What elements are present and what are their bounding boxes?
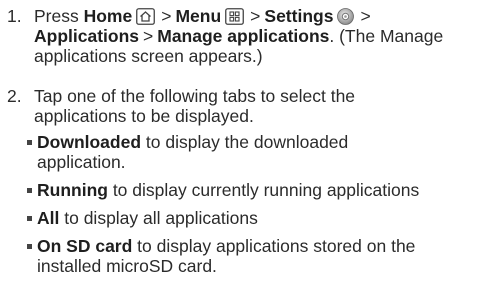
step-2-body: Tap one of the following tabs to select … — [34, 86, 477, 126]
bullet-marker — [27, 188, 32, 193]
downloaded-desc-1: to display the downloaded — [141, 132, 349, 152]
on-sd-card-desc-1: to display applications stored on the — [132, 236, 416, 256]
bullet-marker — [27, 244, 32, 249]
separator: > — [250, 6, 261, 26]
step-2-number: 2. — [7, 86, 22, 106]
step-2-line-1: Tap one of the following tabs to select … — [34, 86, 356, 106]
step-2-line-2: applications to be displayed. — [34, 106, 254, 126]
applications-label: Applications — [34, 26, 140, 46]
step-1-tail-1: . (The Manage — [329, 26, 444, 46]
step-1-body: Press Home > Menu > Settings > Applicati… — [34, 6, 477, 66]
downloaded-term: Downloaded — [37, 132, 142, 152]
step-1-number: 1. — [7, 6, 22, 26]
on-sd-card-term: On SD card — [37, 236, 133, 256]
running-term: Running — [37, 180, 108, 200]
instructions-page: 1. Press Home > Menu > Settings > Applic… — [0, 0, 482, 288]
home-key-icon — [136, 8, 156, 25]
step-1-line-2: Applications > Manage applications. (The M… — [34, 26, 477, 46]
running-desc: to display currently running application… — [107, 180, 420, 200]
separator: > — [143, 26, 154, 46]
separator: > — [161, 6, 172, 26]
step-1-line-1: Press Home > Menu > Settings > — [34, 6, 477, 26]
downloaded-desc-2: application. — [37, 152, 126, 172]
settings-label: Settings — [264, 6, 334, 26]
settings-gear-icon — [337, 8, 355, 25]
on-sd-card-desc-2: installed microSD card. — [37, 256, 217, 276]
all-term: All — [37, 208, 60, 228]
all-desc: to display all applications — [59, 208, 258, 228]
home-label: Home — [83, 6, 133, 26]
manage-applications-label: Manage applications — [157, 26, 330, 46]
separator: > — [360, 6, 371, 26]
bullet-marker — [27, 140, 32, 145]
step-1-line-3: applications screen appears.) — [34, 46, 263, 66]
press-label: Press — [34, 6, 79, 26]
menu-key-icon — [225, 8, 245, 25]
menu-label: Menu — [175, 6, 222, 26]
bullet-marker — [27, 216, 32, 221]
